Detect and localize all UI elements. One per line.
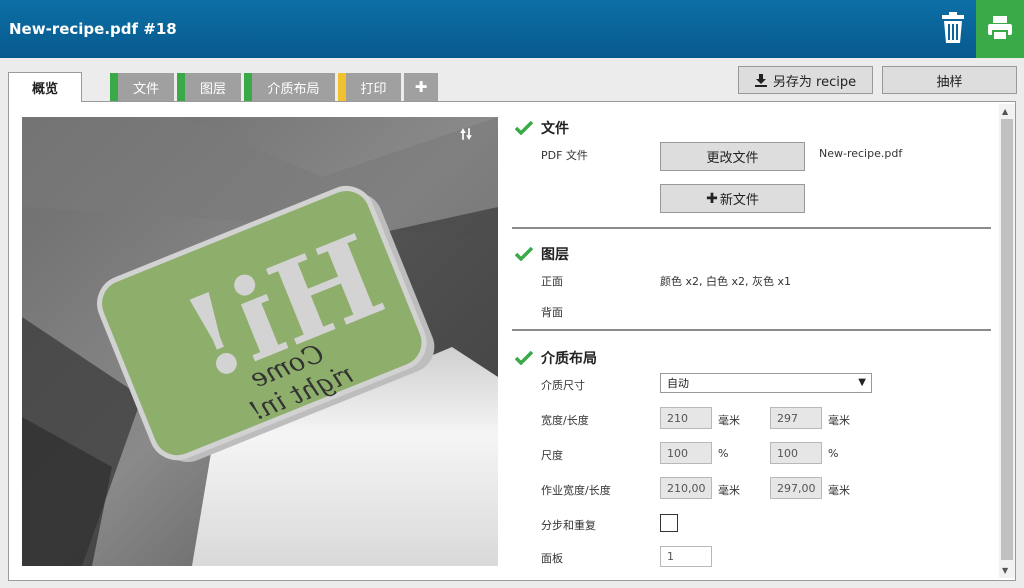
change-file-button[interactable]: 更改文件	[660, 142, 805, 171]
tab-layers[interactable]: 图层	[177, 73, 241, 101]
step-repeat-checkbox[interactable]	[660, 514, 678, 532]
pdf-file-label: PDF 文件	[541, 149, 588, 162]
new-file-button[interactable]: ✚ 新文件	[660, 184, 805, 213]
title-bar: New-recipe.pdf #18	[0, 0, 1024, 58]
tab-print-label: 打印	[360, 81, 387, 97]
front-value: 颜色 x2, 白色 x2, 灰色 x1	[660, 275, 792, 288]
add-tab-button[interactable]: ✚	[404, 73, 438, 101]
back-label: 背面	[541, 306, 563, 319]
tab-file-label: 文件	[132, 81, 159, 97]
scale-label: 尺度	[541, 449, 563, 462]
new-file-label: 新文件	[719, 193, 759, 208]
front-label: 正面	[541, 275, 563, 288]
scroll-down-icon[interactable]: ▼	[1002, 566, 1008, 575]
job-length-unit: 毫米	[828, 484, 850, 497]
printer-icon	[988, 16, 1012, 41]
divider	[512, 227, 991, 229]
scale-x-unit: %	[718, 447, 729, 460]
sort-arrows-icon[interactable]: 🠕🠗	[460, 124, 472, 148]
section-layers-title: 图层	[541, 247, 569, 263]
section-file-header: 文件	[515, 118, 569, 138]
job-width-field[interactable]: 210,00	[660, 477, 712, 499]
section-layers-header: 图层	[515, 244, 569, 264]
scale-x-field[interactable]: 100	[660, 442, 712, 464]
plus-icon: ✚	[706, 190, 718, 207]
width-unit: 毫米	[718, 414, 740, 427]
panel-label: 面板	[541, 552, 563, 565]
length-unit: 毫米	[828, 414, 850, 427]
tab-file[interactable]: 文件	[110, 73, 174, 101]
preview-image: Hi! Come right in!	[22, 117, 498, 566]
job-width-unit: 毫米	[718, 484, 740, 497]
step-repeat-label: 分步和重复	[541, 519, 596, 532]
media-size-label: 介质尺寸	[541, 379, 585, 392]
section-file-title: 文件	[541, 121, 569, 137]
tab-media-layout-label: 介质布局	[267, 81, 320, 97]
section-media-header: 介质布局	[515, 348, 597, 368]
divider	[512, 329, 991, 331]
tab-media-layout[interactable]: 介质布局	[244, 73, 335, 101]
download-icon	[754, 73, 767, 87]
scrollbar-thumb[interactable]	[1001, 119, 1013, 560]
tab-layers-label: 图层	[199, 81, 226, 97]
sample-button[interactable]: 抽样	[882, 66, 1017, 94]
tab-overview[interactable]: 概览	[8, 72, 82, 102]
window-title: New-recipe.pdf #18	[9, 20, 177, 38]
trash-icon[interactable]	[936, 10, 970, 46]
scroll-up-icon[interactable]: ▲	[1002, 107, 1008, 116]
check-icon	[515, 121, 533, 135]
width-length-label: 宽度/长度	[541, 414, 589, 427]
job-width-length-label: 作业宽度/长度	[541, 484, 611, 497]
media-size-select[interactable]: 自动 ▼	[660, 373, 872, 393]
job-length-field[interactable]: 297,00	[770, 477, 822, 499]
width-field[interactable]: 210	[660, 407, 712, 429]
length-field[interactable]: 297	[770, 407, 822, 429]
panel-field[interactable]: 1	[660, 546, 712, 567]
chevron-down-icon: ▼	[858, 377, 866, 388]
check-icon	[515, 351, 533, 365]
file-name: New-recipe.pdf	[819, 147, 903, 160]
tab-print[interactable]: 打印	[338, 73, 401, 101]
save-as-recipe-button[interactable]: 另存为 recipe	[738, 66, 873, 94]
print-button[interactable]	[976, 0, 1024, 58]
scale-y-unit: %	[828, 447, 839, 460]
save-as-recipe-label: 另存为 recipe	[772, 74, 857, 90]
media-size-value: 自动	[667, 377, 689, 390]
section-media-title: 介质布局	[541, 351, 597, 367]
check-icon	[515, 247, 533, 261]
scale-y-field[interactable]: 100	[770, 442, 822, 464]
